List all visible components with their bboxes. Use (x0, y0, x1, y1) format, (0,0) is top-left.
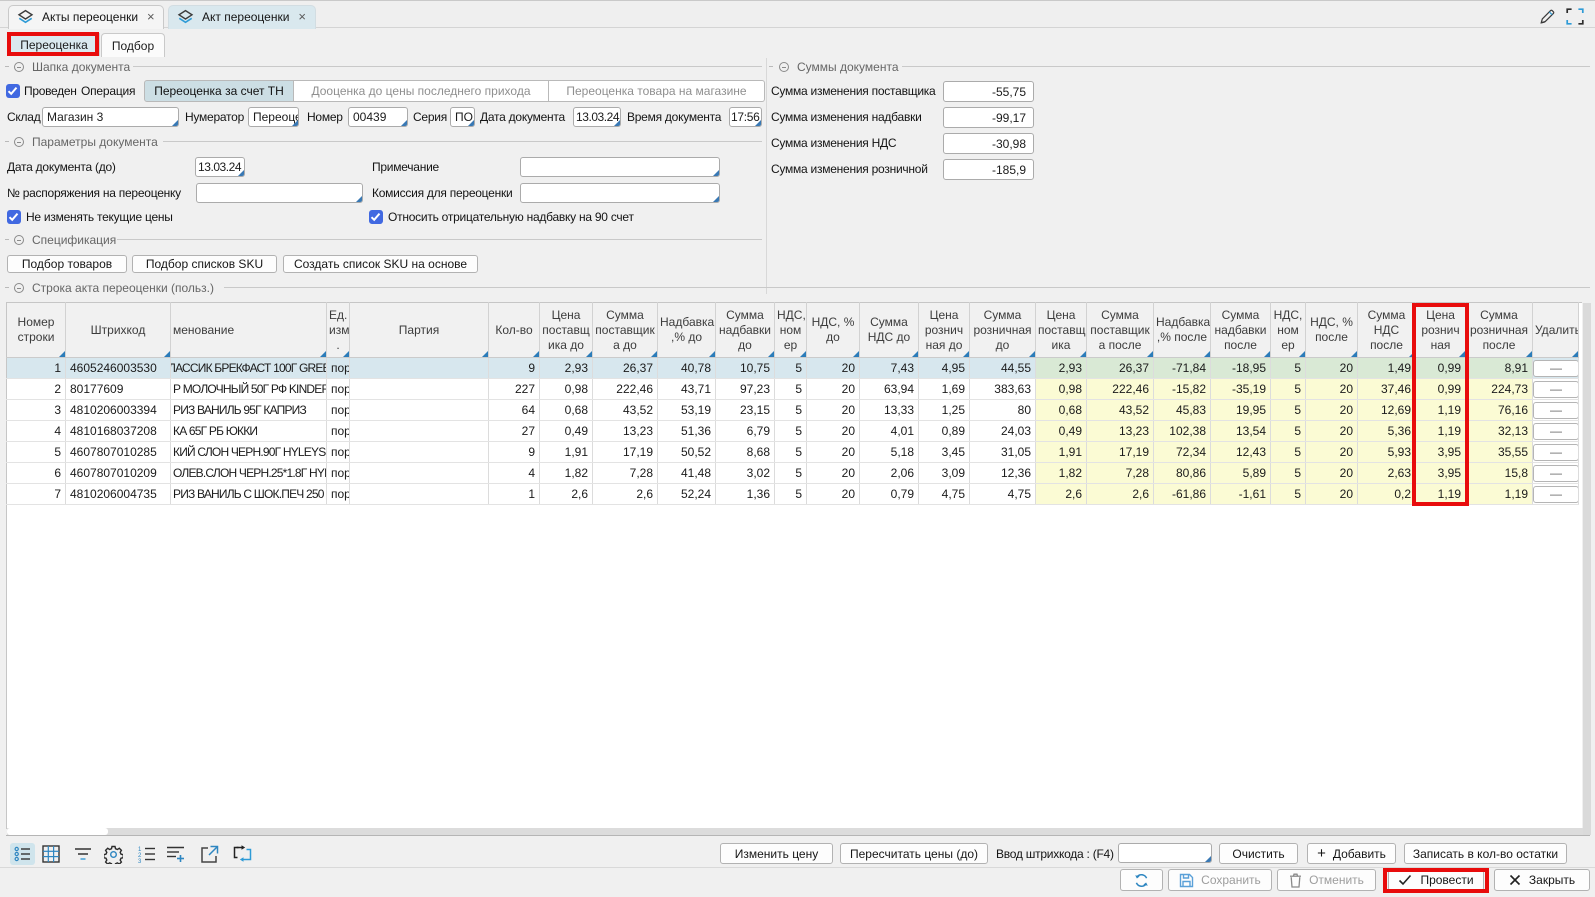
svg-text:3: 3 (138, 859, 142, 863)
